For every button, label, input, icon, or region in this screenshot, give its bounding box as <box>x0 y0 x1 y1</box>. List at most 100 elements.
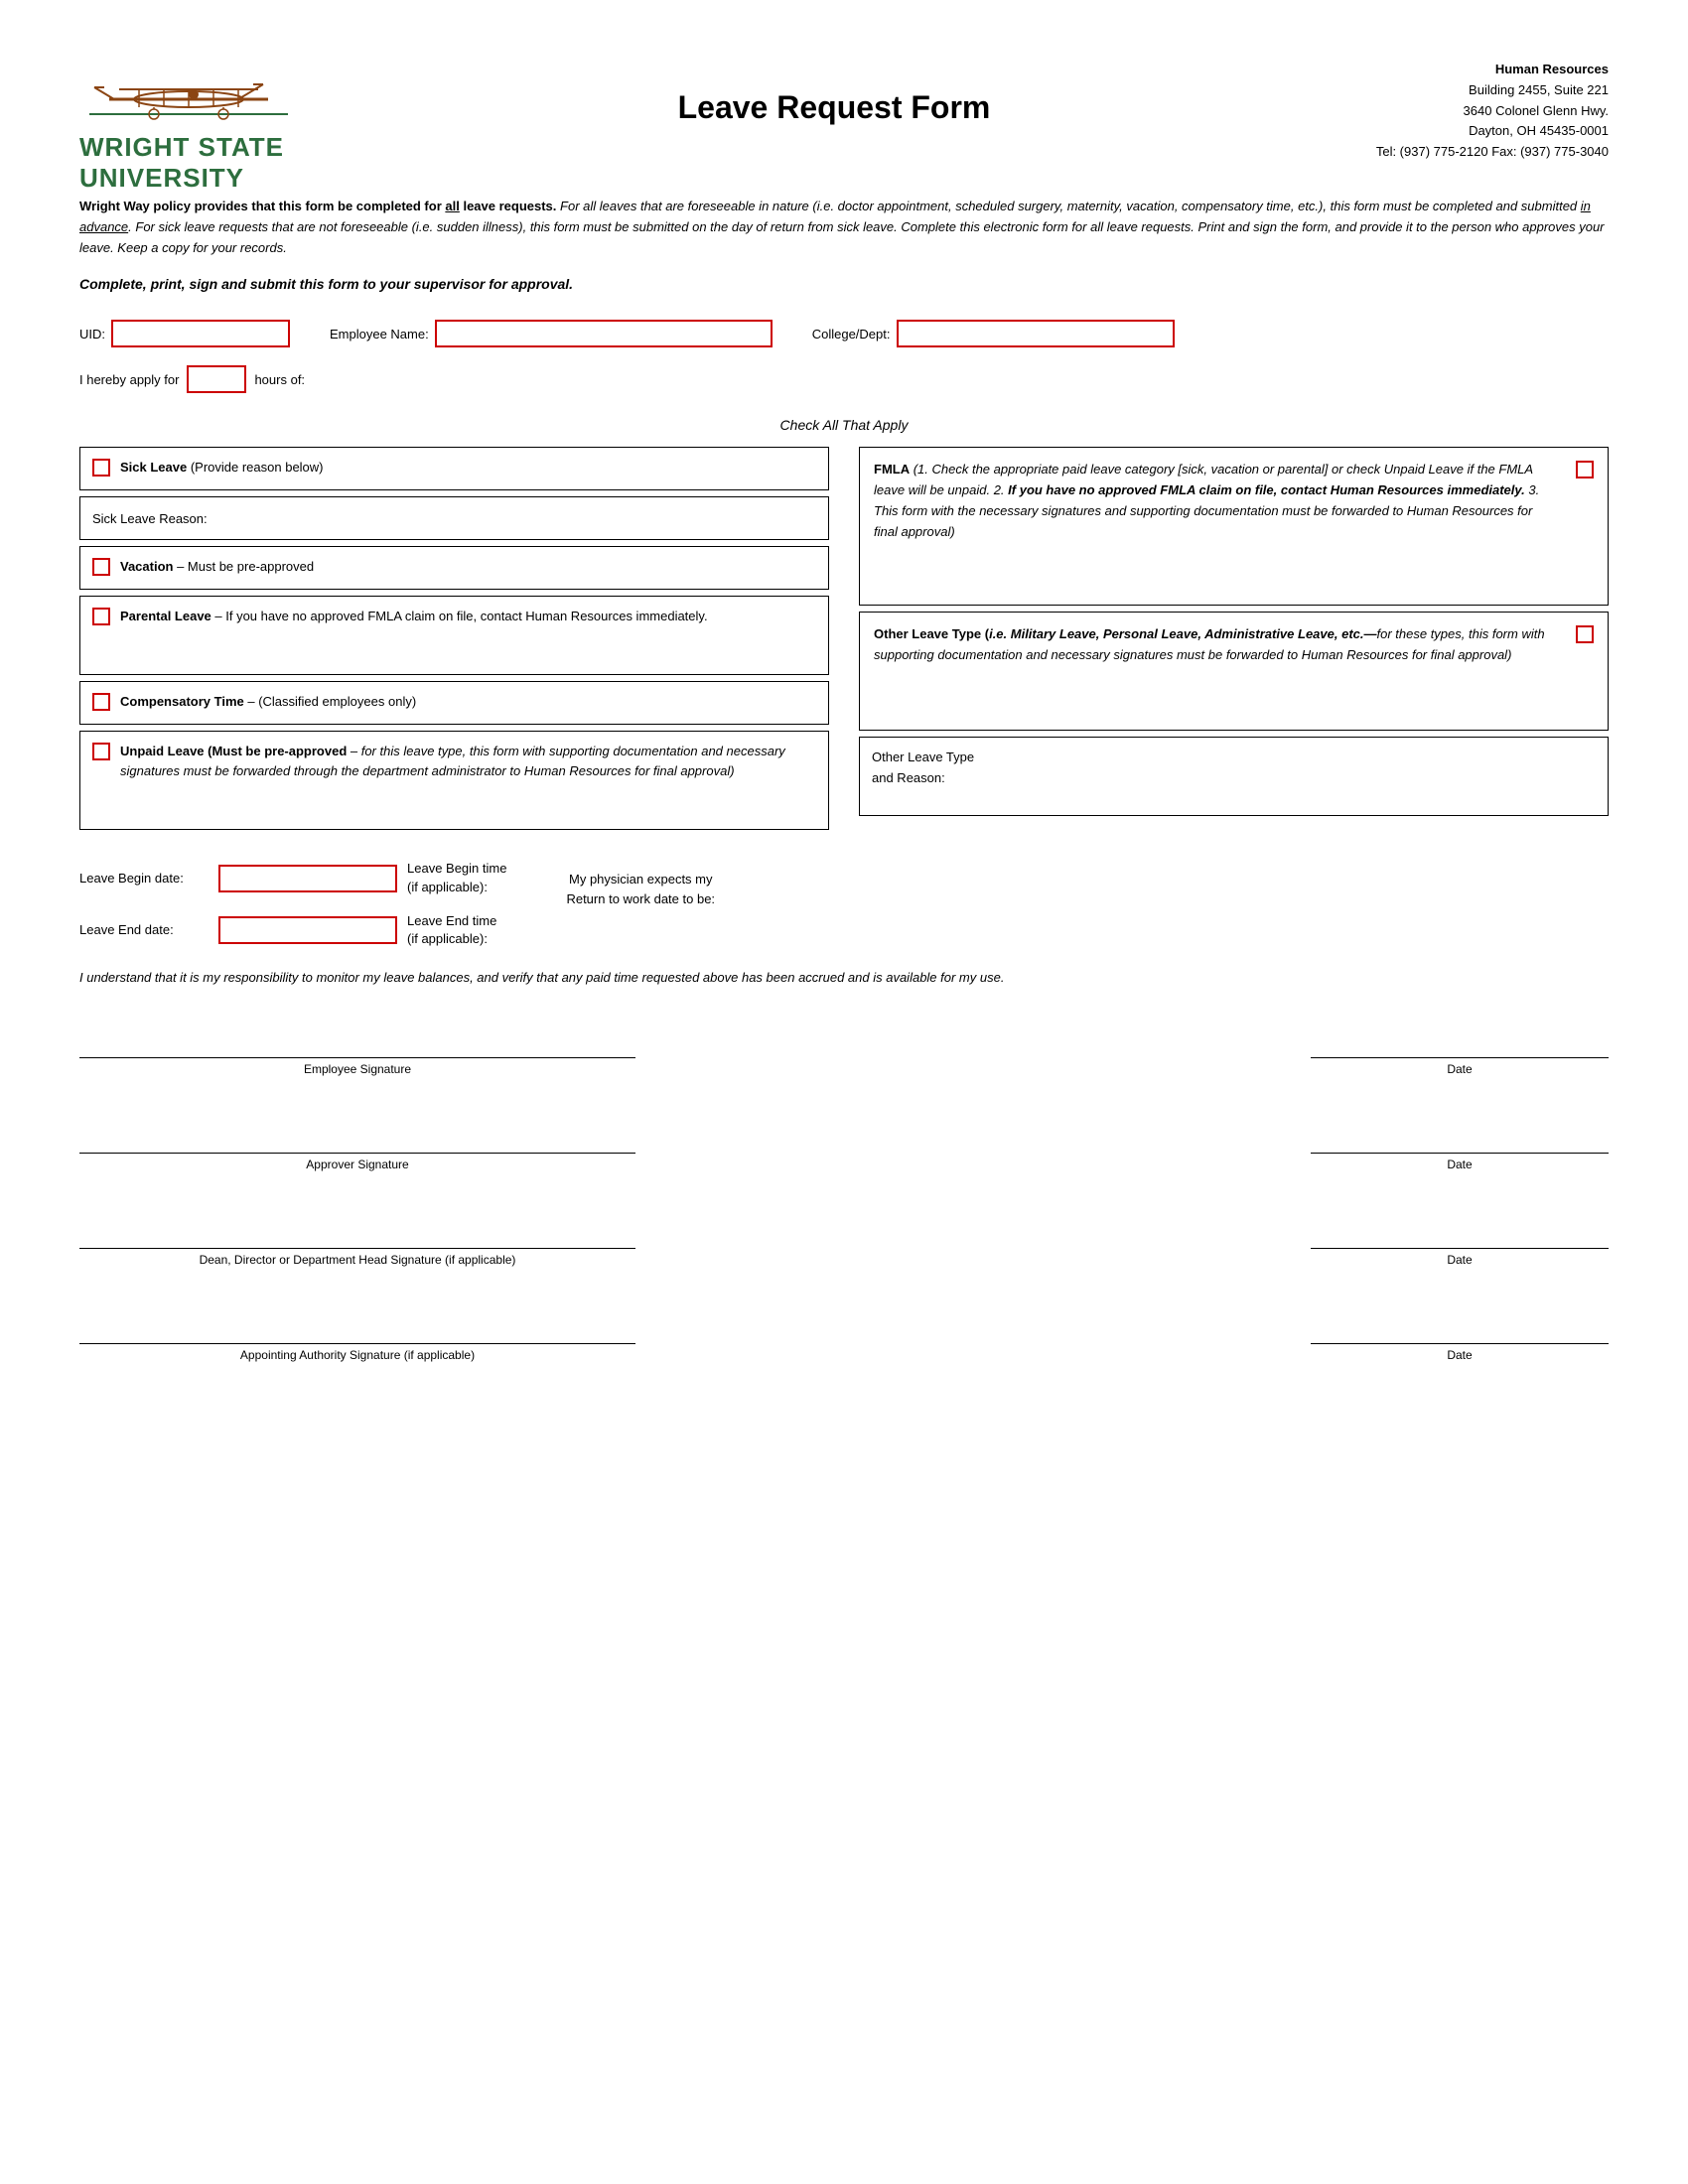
leave-end-input[interactable] <box>218 916 397 944</box>
employee-date-group: Date <box>1311 1028 1609 1076</box>
sick-leave-text: Sick Leave (Provide reason below) <box>120 458 324 478</box>
physician-text: My physician expects myReturn to work da… <box>566 870 715 908</box>
hours-input[interactable] <box>187 365 246 393</box>
uid-input[interactable] <box>111 320 290 347</box>
disclaimer-text: I understand that it is my responsibilit… <box>79 968 1609 989</box>
unpaid-leave-option: Unpaid Leave (Must be pre-approved – for… <box>79 731 829 830</box>
leave-begin-time-label: Leave Begin time(if applicable): <box>407 860 506 895</box>
hours-row: I hereby apply for hours of: <box>79 365 1609 393</box>
appointing-sig-row: Appointing Authority Signature (if appli… <box>79 1314 1609 1370</box>
dean-date-label: Date <box>1447 1253 1472 1267</box>
hr-city: Dayton, OH 45435-0001 <box>1291 121 1609 142</box>
sick-leave-reason-label: Sick Leave Reason: <box>92 509 208 529</box>
employee-name-input[interactable] <box>435 320 773 347</box>
employee-sig-label: Employee Signature <box>304 1062 411 1076</box>
physician-section: My physician expects myReturn to work da… <box>566 860 715 908</box>
approver-sig-label: Approver Signature <box>306 1158 408 1171</box>
leave-begin-line: Leave Begin date: Leave Begin time(if ap… <box>79 860 506 895</box>
hr-tel-fax: Tel: (937) 775-2120 Fax: (937) 775-3040 <box>1291 142 1609 163</box>
appointing-sig-line <box>79 1314 635 1344</box>
dean-date-group: Date <box>1311 1219 1609 1267</box>
dates-physician-row: Leave Begin date: Leave Begin time(if ap… <box>79 860 1609 948</box>
logo-icon <box>79 60 298 129</box>
employee-name-group: Employee Name: <box>330 320 773 347</box>
employee-sig-row: Employee Signature Date <box>79 1028 1609 1084</box>
header-section: WRIGHT STATE UNIVERSITY Leave Request Fo… <box>79 60 1609 173</box>
other-leave-type-text: Other Leave Type (i.e. Military Leave, P… <box>874 624 1556 666</box>
right-column: FMLA (1. Check the appropriate paid leav… <box>859 447 1609 836</box>
policy-bold-intro: Wright Way policy provides that this for… <box>79 199 556 213</box>
college-dept-label: College/Dept: <box>812 327 891 341</box>
dean-sig-label: Dean, Director or Department Head Signat… <box>200 1253 516 1267</box>
dean-sig-line <box>79 1219 635 1249</box>
unpaid-leave-checkbox[interactable] <box>92 743 110 760</box>
parental-leave-text: Parental Leave – If you have no approved… <box>120 607 708 626</box>
appointing-sig-label: Appointing Authority Signature (if appli… <box>240 1348 475 1362</box>
submit-instruction: Complete, print, sign and submit this fo… <box>79 276 1609 292</box>
other-leave-reason-label: and Reason: <box>872 768 1596 789</box>
approver-date-group: Date <box>1311 1124 1609 1171</box>
appointing-date-label: Date <box>1447 1348 1472 1362</box>
uid-label: UID: <box>79 327 105 341</box>
leave-end-time-label: Leave End time(if applicable): <box>407 912 496 948</box>
parental-leave-option: Parental Leave – If you have no approved… <box>79 596 829 675</box>
other-leave-type-checkbox[interactable] <box>1576 625 1594 643</box>
leave-options-grid: Sick Leave (Provide reason below) Sick L… <box>79 447 1609 836</box>
approver-date-label: Date <box>1447 1158 1472 1171</box>
comp-time-text: Compensatory Time – (Classified employee… <box>120 692 416 712</box>
uid-group: UID: <box>79 320 290 347</box>
employee-sig-line <box>79 1028 635 1058</box>
hours-prefix: I hereby apply for <box>79 372 179 387</box>
hours-suffix: hours of: <box>254 372 305 387</box>
hr-address: 3640 Colonel Glenn Hwy. <box>1291 101 1609 122</box>
top-fields-row: UID: Employee Name: College/Dept: <box>79 320 1609 347</box>
unpaid-leave-text: Unpaid Leave (Must be pre-approved – for… <box>120 742 816 780</box>
form-title-area: Leave Request Form <box>377 60 1291 126</box>
sick-leave-reason-option: Sick Leave Reason: <box>79 496 829 540</box>
form-title: Leave Request Form <box>377 89 1291 126</box>
sick-leave-checkbox[interactable] <box>92 459 110 477</box>
comp-time-option: Compensatory Time – (Classified employee… <box>79 681 829 725</box>
college-dept-group: College/Dept: <box>812 320 1175 347</box>
employee-date-line <box>1311 1028 1609 1058</box>
approver-sig-group: Approver Signature <box>79 1124 635 1171</box>
vacation-checkbox[interactable] <box>92 558 110 576</box>
approver-sig-row: Approver Signature Date <box>79 1124 1609 1179</box>
leave-begin-input[interactable] <box>218 865 397 892</box>
dean-date-line <box>1311 1219 1609 1249</box>
policy-text: Wright Way policy provides that this for… <box>79 197 1609 258</box>
approver-sig-line <box>79 1124 635 1154</box>
vacation-option: Vacation – Must be pre-approved <box>79 546 829 590</box>
leave-end-line: Leave End date: Leave End time(if applic… <box>79 912 506 948</box>
leave-end-label: Leave End date: <box>79 922 209 937</box>
hr-info: Human Resources Building 2455, Suite 221… <box>1291 60 1609 163</box>
dean-sig-group: Dean, Director or Department Head Signat… <box>79 1219 635 1267</box>
parental-leave-checkbox[interactable] <box>92 608 110 625</box>
check-all-label: Check All That Apply <box>79 417 1609 433</box>
signature-section: Employee Signature Date Approver Signatu… <box>79 1028 1609 1370</box>
employee-sig-group: Employee Signature <box>79 1028 635 1076</box>
other-leave-type-label: Other Leave Type <box>872 748 1596 768</box>
fmla-box: FMLA (1. Check the appropriate paid leav… <box>859 447 1609 606</box>
sick-leave-option: Sick Leave (Provide reason below) <box>79 447 829 490</box>
college-dept-input[interactable] <box>897 320 1175 347</box>
hr-building: Building 2455, Suite 221 <box>1291 80 1609 101</box>
vacation-text: Vacation – Must be pre-approved <box>120 557 314 577</box>
university-logo: WRIGHT STATE UNIVERSITY <box>79 60 298 169</box>
university-name: WRIGHT STATE UNIVERSITY <box>79 132 298 194</box>
left-column: Sick Leave (Provide reason below) Sick L… <box>79 447 829 836</box>
hr-label: Human Resources <box>1291 60 1609 80</box>
employee-name-label: Employee Name: <box>330 327 429 341</box>
approver-date-line <box>1311 1124 1609 1154</box>
fmla-checkbox[interactable] <box>1576 461 1594 478</box>
comp-time-checkbox[interactable] <box>92 693 110 711</box>
fmla-text: FMLA (1. Check the appropriate paid leav… <box>874 460 1556 542</box>
other-leave-reason-box: Other Leave Type and Reason: <box>859 737 1609 816</box>
appointing-sig-group: Appointing Authority Signature (if appli… <box>79 1314 635 1362</box>
dean-sig-row: Dean, Director or Department Head Signat… <box>79 1219 1609 1275</box>
appointing-date-line <box>1311 1314 1609 1344</box>
logo-area: WRIGHT STATE UNIVERSITY <box>79 60 377 173</box>
leave-begin-label: Leave Begin date: <box>79 871 209 886</box>
date-group: Leave Begin date: Leave Begin time(if ap… <box>79 860 506 948</box>
other-leave-type-box: Other Leave Type (i.e. Military Leave, P… <box>859 612 1609 731</box>
